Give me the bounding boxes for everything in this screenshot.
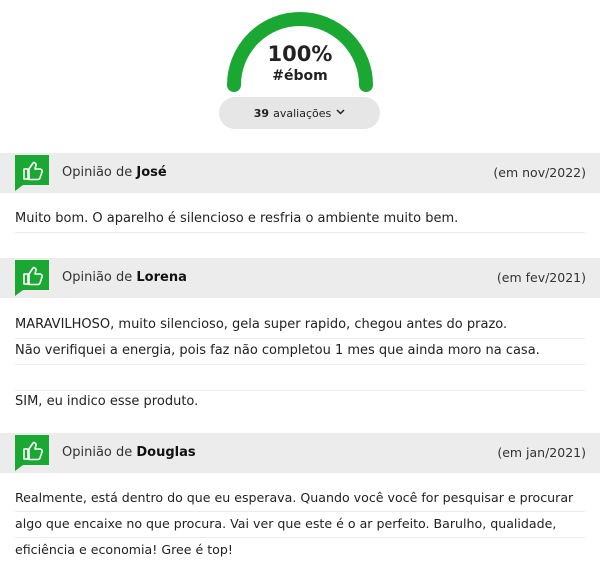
review-header: Opinião de José (em nov/2022): [0, 153, 600, 193]
review-header: Opinião de Lorena (em fev/2021): [0, 258, 600, 298]
review-author: José: [136, 165, 167, 180]
reviews-count: 39: [253, 106, 270, 120]
review-text-line: Muito bom. O aparelho é silencioso e res…: [15, 206, 585, 233]
rating-gauge: 100% #ébom: [220, 0, 380, 95]
review-text-line: Realmente, está dentro do que eu esperav…: [15, 485, 585, 512]
review-author-label: Opinião de José: [62, 165, 167, 180]
review-author-label: Opinião de Douglas: [62, 445, 196, 460]
review-text-line: eficiência e economia! Gree é top!: [15, 542, 233, 557]
thumbs-up-icon: [15, 260, 49, 296]
review-text-line: SIM, eu indico esse produto.: [15, 394, 199, 409]
chevron-down-icon: [336, 108, 345, 118]
reviews-count-dropdown[interactable]: 39 avaliações: [219, 97, 380, 129]
review-author: Douglas: [136, 445, 196, 460]
reviews-count-label: avaliações: [273, 106, 332, 120]
review-date: (em nov/2022): [493, 165, 586, 180]
review-text-line: [15, 364, 585, 391]
review-author-label: Opinião de Lorena: [62, 270, 187, 285]
review-author: Lorena: [136, 270, 187, 285]
review-header: Opinião de Douglas (em jan/2021): [0, 433, 600, 473]
gauge-percent: 100%: [267, 42, 333, 66]
review-date: (em fev/2021): [496, 270, 586, 285]
review-text-line: algo que encaixe no que procura. Vai ver…: [15, 511, 585, 538]
review-date: (em jan/2021): [497, 445, 586, 460]
thumbs-up-icon: [15, 435, 49, 471]
gauge-tag: #ébom: [272, 68, 328, 84]
review-text-line: Não verifiquei a energia, pois faz não c…: [15, 338, 585, 365]
review-text-line: MARAVILHOSO, muito silencioso, gela supe…: [15, 312, 585, 339]
reviews-page: 100% #ébom 39 avaliações Opinião de José…: [0, 0, 600, 563]
thumbs-up-icon: [15, 155, 49, 191]
